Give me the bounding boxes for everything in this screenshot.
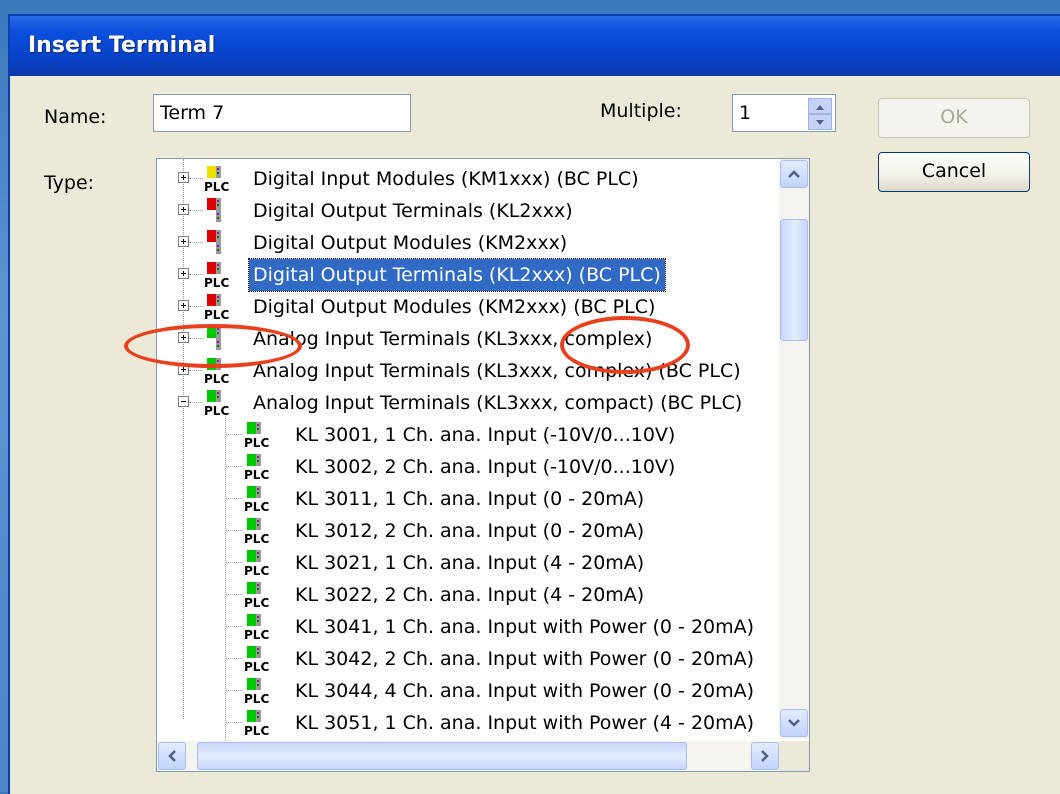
plus-box-icon[interactable] <box>178 204 189 215</box>
insert-terminal-dialog: Insert Terminal Name: Term 7 Multiple: 1… <box>8 14 1060 794</box>
tree-item-label: KL 3012, 2 Ch. ana. Input (0 - 20mA) <box>295 520 645 542</box>
chevron-down-icon <box>788 719 800 727</box>
terminal-module-icon: PLC <box>201 389 231 418</box>
terminal-type-tree[interactable]: PLC Digital Input Modules (KM1xxx) (BC PL… <box>156 158 810 772</box>
tree-terminal-item[interactable]: PLC KL 3022, 2 Ch. ana. Input (4 - 20mA) <box>157 579 777 611</box>
svg-text:PLC: PLC <box>244 532 269 545</box>
chevron-up-icon <box>788 170 800 178</box>
tree-category-item[interactable]: PLC Analog Input Terminals (KL3xxx, compa… <box>157 387 777 419</box>
terminal-module-icon: PLC <box>241 581 271 610</box>
tree-item-label: KL 3011, 1 Ch. ana. Input (0 - 20mA) <box>295 488 645 510</box>
tree-item-label: KL 3042, 2 Ch. ana. Input with Power (0 … <box>295 648 755 670</box>
tree-category-item[interactable]: Digital Output Modules (KM2xxx) <box>157 227 777 259</box>
tree-item-label: Digital Input Modules (KM1xxx) (BC PLC) <box>253 168 639 190</box>
terminal-module-icon: PLC <box>241 485 271 514</box>
horizontal-scrollbar[interactable] <box>157 741 781 771</box>
plus-box-icon[interactable] <box>178 172 189 183</box>
chevron-left-icon <box>168 750 176 762</box>
svg-text:PLC: PLC <box>204 276 229 289</box>
ok-button[interactable]: OK <box>878 98 1030 138</box>
triangle-down-icon <box>816 120 824 125</box>
tree-terminal-item[interactable]: PLC KL 3044, 4 Ch. ana. Input with Power … <box>157 675 777 707</box>
terminal-module-icon: PLC <box>241 421 271 450</box>
type-label: Type: <box>44 172 95 194</box>
tree-category-item[interactable]: PLC Digital Output Modules (KM2xxx) (BC P… <box>157 291 777 323</box>
terminal-module-icon: PLC <box>241 645 271 674</box>
svg-text:PLC: PLC <box>244 468 269 481</box>
plus-box-icon[interactable] <box>178 300 189 311</box>
terminal-module-icon: PLC <box>241 517 271 546</box>
tree-item-label: KL 3021, 1 Ch. ana. Input (4 - 20mA) <box>295 552 645 574</box>
tree-item-label: KL 3002, 2 Ch. ana. Input (-10V/0...10V) <box>295 456 676 478</box>
svg-text:PLC: PLC <box>204 404 229 417</box>
scroll-right-button[interactable] <box>751 742 779 770</box>
tree-item-label: Digital Output Terminals (KL2xxx) (BC PL… <box>248 258 666 292</box>
tree-category-item[interactable]: PLC Digital Input Modules (KM1xxx) (BC PL… <box>157 163 777 195</box>
tree-item-label: KL 3051, 1 Ch. ana. Input with Power (4 … <box>295 712 755 734</box>
terminal-module-icon: PLC <box>241 613 271 642</box>
horizontal-scroll-thumb[interactable] <box>197 742 687 770</box>
chevron-right-icon <box>761 750 769 762</box>
tree-terminal-item[interactable]: PLC KL 3001, 1 Ch. ana. Input (-10V/0...1… <box>157 419 777 451</box>
terminal-module-icon: PLC <box>201 261 231 290</box>
terminal-module-icon: PLC <box>241 549 271 578</box>
terminal-module-icon <box>201 229 231 257</box>
tree-terminal-item[interactable]: PLC KL 3021, 1 Ch. ana. Input (4 - 20mA) <box>157 547 777 579</box>
vertical-scrollbar[interactable] <box>779 159 809 739</box>
tree-terminal-item[interactable]: PLC KL 3011, 1 Ch. ana. Input (0 - 20mA) <box>157 483 777 515</box>
svg-text:PLC: PLC <box>244 660 269 673</box>
svg-text:PLC: PLC <box>244 628 269 641</box>
terminal-module-icon: PLC <box>241 709 271 738</box>
title-bar[interactable]: Insert Terminal <box>10 16 1060 76</box>
tree-terminal-item[interactable]: PLC KL 3051, 1 Ch. ana. Input with Power … <box>157 707 777 739</box>
svg-text:PLC: PLC <box>204 180 229 193</box>
multiple-label: Multiple: <box>600 100 682 122</box>
tree-terminal-item[interactable]: PLC KL 3041, 1 Ch. ana. Input with Power … <box>157 611 777 643</box>
tree-item-label: KL 3001, 1 Ch. ana. Input (-10V/0...10V) <box>295 424 676 446</box>
svg-text:PLC: PLC <box>244 500 269 513</box>
scrollbar-corner <box>779 741 809 771</box>
spin-up-button[interactable] <box>808 98 832 114</box>
annotation-oval-complex <box>560 316 690 374</box>
tree-item-label: KL 3041, 1 Ch. ana. Input with Power (0 … <box>295 616 755 638</box>
tree-item-label: Digital Output Terminals (KL2xxx) <box>253 200 573 222</box>
tree-terminal-item[interactable]: PLC KL 3042, 2 Ch. ana. Input with Power … <box>157 643 777 675</box>
terminal-module-icon: PLC <box>201 165 231 194</box>
tree-item-label: Digital Output Modules (KM2xxx) <box>253 232 568 254</box>
annotation-oval-expander <box>124 324 302 368</box>
tree-item-label: KL 3022, 2 Ch. ana. Input (4 - 20mA) <box>295 584 645 606</box>
svg-text:PLC: PLC <box>244 564 269 577</box>
minus-box-icon[interactable] <box>178 396 189 407</box>
tree-terminal-item[interactable]: PLC KL 3002, 2 Ch. ana. Input (-10V/0...1… <box>157 451 777 483</box>
svg-text:PLC: PLC <box>244 692 269 705</box>
name-input[interactable]: Term 7 <box>153 94 411 132</box>
scroll-left-button[interactable] <box>158 742 186 770</box>
terminal-module-icon: PLC <box>201 293 231 322</box>
vertical-scroll-thumb[interactable] <box>780 219 808 341</box>
plus-box-icon[interactable] <box>178 236 189 247</box>
terminal-module-icon: PLC <box>241 453 271 482</box>
multiple-value: 1 <box>739 102 752 124</box>
plus-box-icon[interactable] <box>178 268 189 279</box>
svg-text:PLC: PLC <box>244 436 269 449</box>
terminal-module-icon <box>201 197 231 225</box>
tree-category-item[interactable]: PLC Digital Output Terminals (KL2xxx) (BC… <box>157 258 777 292</box>
svg-text:PLC: PLC <box>244 724 269 737</box>
scroll-up-button[interactable] <box>780 160 808 188</box>
tree-category-item[interactable]: Digital Output Terminals (KL2xxx) <box>157 195 777 227</box>
svg-text:PLC: PLC <box>204 308 229 321</box>
cancel-button[interactable]: Cancel <box>878 152 1030 192</box>
tree-item-label: KL 3044, 4 Ch. ana. Input with Power (0 … <box>295 680 755 702</box>
dialog-title: Insert Terminal <box>28 33 216 58</box>
svg-text:PLC: PLC <box>244 596 269 609</box>
spin-down-button[interactable] <box>808 114 832 130</box>
name-label: Name: <box>44 106 107 128</box>
triangle-up-icon <box>816 105 824 110</box>
tree-terminal-item[interactable]: PLC KL 3012, 2 Ch. ana. Input (0 - 20mA) <box>157 515 777 547</box>
scroll-down-button[interactable] <box>780 709 808 737</box>
tree-item-label: Analog Input Terminals (KL3xxx, compact)… <box>253 392 743 414</box>
terminal-module-icon: PLC <box>241 677 271 706</box>
svg-text:PLC: PLC <box>204 372 229 385</box>
